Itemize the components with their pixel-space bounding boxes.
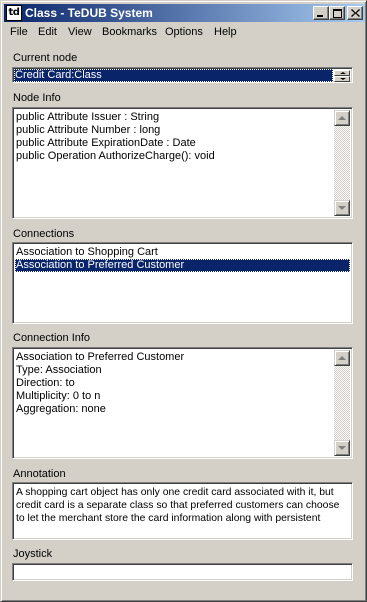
menu-view[interactable]: View [68,26,92,38]
arrow-down-icon [338,446,346,450]
spin-down-button[interactable] [334,76,350,82]
annotation-line: A shopping cart object has only one cred… [16,487,334,498]
connection-info-line: Direction: to [16,377,75,389]
annotation-textbox[interactable]: A shopping cart object has only one cred… [12,482,353,540]
node-info-line: public Operation AuthorizeCharge(): void [16,150,215,162]
connections-label: Connections [13,228,75,240]
menu-file[interactable]: File [10,26,28,38]
minimize-button[interactable] [313,6,329,20]
scroll-up-button[interactable] [334,110,350,126]
arrow-down-icon [338,206,346,210]
scroll-down-button[interactable] [334,200,350,216]
connection-info-label: Connection Info [13,332,91,344]
connection-info-line: Type: Association [16,364,102,376]
annotation-line: credit card is a separate class so that … [16,500,340,511]
close-icon [351,9,360,17]
connection-list-item-selected[interactable]: Association to Preferred Customer [15,259,350,272]
menu-options[interactable]: Options [165,26,203,38]
window-title: Class - TeDUB System [25,6,153,20]
connection-info-line: Association to Preferred Customer [16,351,185,363]
node-info-label: Node Info [13,92,61,104]
title-bar[interactable]: td Class - TeDUB System [4,4,365,22]
maximize-button[interactable] [329,6,345,20]
scroll-down-button[interactable] [334,440,350,456]
current-node-spinner[interactable] [334,70,350,82]
connection-info-scrollbar[interactable] [334,350,350,456]
connection-info-textbox[interactable]: Association to Preferred Customer Type: … [12,347,353,459]
menu-edit[interactable]: Edit [38,26,57,38]
connections-listbox[interactable]: Association to Shopping Cart Association… [12,242,353,324]
spin-up-icon [340,72,346,74]
menu-bookmarks[interactable]: Bookmarks [102,26,157,38]
node-info-textbox[interactable]: public Attribute Issuer : String public … [12,107,353,219]
app-logo-icon[interactable]: td [6,5,22,21]
connection-list-item[interactable]: Association to Shopping Cart [16,246,158,259]
node-info-line: public Attribute Number : long [16,124,161,136]
app-window: td Class - TeDUB System File Edit View B… [0,0,367,602]
scroll-up-button[interactable] [334,350,350,366]
joystick-label: Joystick [13,548,53,560]
node-info-line: public Attribute ExpirationDate : Date [16,137,196,149]
node-info-scrollbar[interactable] [334,110,350,216]
spin-down-icon [340,78,346,80]
menu-bar: File Edit View Bookmarks Options Help [4,24,365,42]
current-node-value: Credit Card:Class [14,69,333,82]
joystick-field[interactable] [12,563,353,581]
annotation-label: Annotation [13,468,66,480]
close-button[interactable] [347,6,363,20]
menu-help[interactable]: Help [214,26,237,38]
connection-info-line: Multiplicity: 0 to n [16,390,101,402]
node-info-line: public Attribute Issuer : String [16,111,160,123]
current-node-label: Current node [13,52,78,64]
annotation-line: to let the merchant store the card infor… [16,513,321,524]
arrow-up-icon [338,356,346,360]
connection-info-line: Aggregation: none [16,403,106,415]
current-node-field[interactable]: Credit Card:Class [12,67,353,83]
arrow-up-icon [338,116,346,120]
